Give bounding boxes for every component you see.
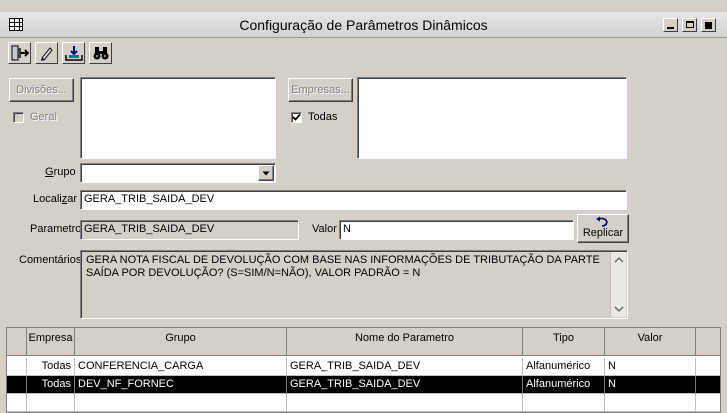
cell-empty	[75, 394, 287, 412]
divisoes-button[interactable]: Divisões...	[9, 78, 74, 102]
cell-empty	[27, 394, 75, 412]
search-button[interactable]	[89, 42, 112, 64]
edit-button[interactable]	[35, 42, 58, 64]
cell-tipo: Alfanumérico	[523, 358, 605, 376]
grid-header: Empresa Grupo Nome do Parametro Tipo Val…	[7, 328, 720, 356]
scroll-up-button[interactable]	[611, 252, 627, 268]
parametro-value: GERA_TRIB_SAIDA_DEV	[84, 223, 215, 235]
scroll-down-button[interactable]	[611, 301, 627, 317]
cell-valor: N	[605, 376, 696, 394]
cell-empty	[605, 394, 696, 412]
geral-label: Geral	[30, 111, 57, 123]
replicar-label: Replicar	[582, 227, 624, 239]
cell-empty	[523, 394, 605, 412]
comentarios-text-line-2: SAÍDA POR DEVOLUÇÃO? (S=SIM/N=NÃO), VALO…	[86, 267, 421, 279]
chevron-down-icon	[614, 306, 624, 312]
cell-nome: GERA_TRIB_SAIDA_DEV	[287, 358, 523, 376]
save-button[interactable]	[62, 42, 85, 64]
cell-valor: N	[605, 358, 696, 376]
todas-label: Todas	[308, 111, 338, 123]
cell-empresa: Todas	[27, 358, 75, 376]
parameters-grid[interactable]: Empresa Grupo Nome do Parametro Tipo Val…	[6, 327, 721, 413]
comentarios-label: Comentários	[19, 254, 82, 266]
comentarios-scrollbar[interactable]	[610, 252, 626, 317]
parametro-label: Parametro	[30, 223, 82, 235]
exit-door-icon	[11, 45, 29, 61]
chevron-up-icon	[614, 257, 624, 263]
grid-header-indicator	[7, 328, 27, 356]
valor-label: Valor	[312, 223, 337, 235]
cell-grupo: DEV_NF_FORNEC	[75, 376, 287, 394]
close-icon	[705, 22, 712, 29]
comentarios-text-line-1: GERA NOTA FISCAL DE DEVOLUÇÃO COM BASE N…	[86, 254, 600, 266]
replicar-button[interactable]: Replicar	[577, 214, 629, 243]
cell-nome: GERA_TRIB_SAIDA_DEV	[287, 376, 523, 394]
empresas-list[interactable]	[357, 77, 627, 159]
divisoes-list[interactable]	[80, 77, 276, 159]
grid-header-valor[interactable]: Valor	[605, 328, 696, 356]
chevron-down-icon	[262, 171, 270, 176]
grupo-label: Grupo	[45, 166, 76, 178]
row-indicator	[7, 394, 27, 412]
valor-input[interactable]: N	[339, 220, 574, 240]
grid-header-grupo[interactable]: Grupo	[75, 328, 287, 356]
title-bar: Configuração de Parâmetros Dinâmicos	[0, 12, 727, 38]
cell-grupo: CONFERENCIA_CARGA	[75, 358, 287, 376]
maximize-button[interactable]	[682, 18, 697, 32]
table-row-empty[interactable]	[7, 394, 720, 412]
valor-value: N	[343, 223, 351, 235]
grid-header-spacer	[696, 328, 720, 356]
localizar-input[interactable]: GERA_TRIB_SAIDA_DEV	[80, 190, 627, 210]
parametro-field: GERA_TRIB_SAIDA_DEV	[80, 220, 299, 240]
grid-header-tipo[interactable]: Tipo	[523, 328, 605, 356]
save-tray-icon	[64, 46, 83, 61]
localizar-label: Localizar	[33, 193, 78, 205]
exit-button[interactable]	[8, 42, 31, 64]
todas-checkbox[interactable]	[291, 112, 302, 123]
table-row[interactable]: Todas CONFERENCIA_CARGA GERA_TRIB_SAIDA_…	[7, 358, 720, 376]
binoculars-icon	[93, 47, 108, 60]
pencil-icon	[40, 47, 53, 61]
comentarios-textarea[interactable]: GERA NOTA FISCAL DE DEVOLUÇÃO COM BASE N…	[80, 250, 628, 319]
grid-header-empresa[interactable]: Empresa	[27, 328, 75, 356]
grupo-dropdown-button[interactable]	[258, 165, 274, 181]
cell-tipo: Alfanumérico	[523, 376, 605, 394]
minimize-button[interactable]	[663, 18, 678, 32]
empresas-button[interactable]: Empresas...	[288, 78, 353, 102]
checkmark-icon	[292, 113, 301, 121]
row-indicator	[7, 358, 27, 376]
localizar-value: GERA_TRIB_SAIDA_DEV	[84, 193, 215, 205]
window-title: Configuração de Parâmetros Dinâmicos	[239, 17, 488, 33]
main-window: Configuração de Parâmetros Dinâmicos Div…	[0, 0, 727, 413]
minimize-icon	[667, 27, 674, 29]
grupo-select[interactable]	[80, 163, 276, 183]
grid-header-nome[interactable]: Nome do Parametro	[287, 328, 523, 356]
table-row-selected[interactable]: Todas DEV_NF_FORNEC GERA_TRIB_SAIDA_DEV …	[7, 376, 720, 394]
close-button[interactable]	[701, 18, 716, 32]
row-indicator	[7, 376, 27, 394]
cell-empty	[287, 394, 523, 412]
cell-empresa: Todas	[27, 376, 75, 394]
geral-checkbox[interactable]	[13, 112, 24, 123]
maximize-icon	[686, 21, 694, 28]
